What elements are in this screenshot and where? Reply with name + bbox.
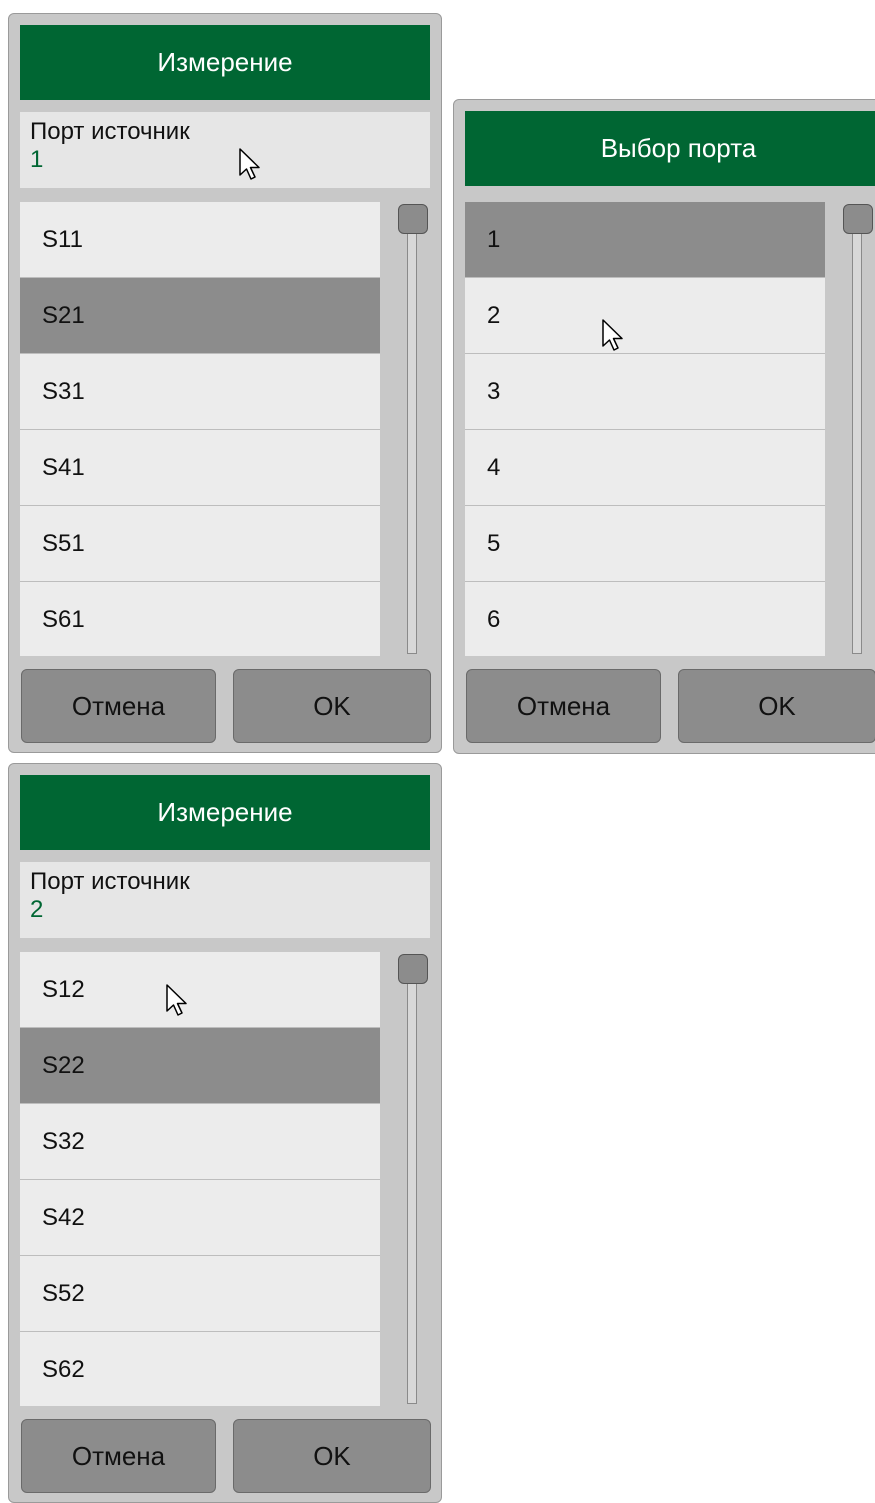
scrollbar-thumb[interactable]	[398, 954, 428, 984]
list-item-s31[interactable]: S31	[20, 354, 380, 430]
measurement-dialog-port-2: Измерение Порт источник 2 S12 S22 S32 S4…	[8, 763, 442, 1503]
list-item-s11[interactable]: S11	[20, 202, 380, 278]
scrollbar-track[interactable]	[852, 214, 862, 654]
list-item-s22[interactable]: S22	[20, 1028, 380, 1104]
list-item-port-4[interactable]: 4	[465, 430, 825, 506]
list-item-port-2[interactable]: 2	[465, 278, 825, 354]
mouse-pointer-icon	[166, 984, 187, 1016]
mouse-pointer-icon	[239, 148, 260, 180]
list-item-s62[interactable]: S62	[20, 1332, 380, 1406]
scrollbar-thumb[interactable]	[398, 204, 428, 234]
source-port-value: 1	[30, 146, 44, 173]
measurement-list: S11 S21 S31 S41 S51 S61	[20, 202, 380, 656]
port-select-dialog: Выбор порта 1 2 3 4 5 6 Отмена OK	[453, 99, 875, 754]
list-item-s61[interactable]: S61	[20, 582, 380, 656]
list-item-s41[interactable]: S41	[20, 430, 380, 506]
mouse-pointer-icon	[602, 319, 623, 351]
source-port-field[interactable]: Порт источник 1	[20, 112, 430, 188]
port-list: 1 2 3 4 5 6	[465, 202, 825, 656]
list-item-s12[interactable]: S12	[20, 952, 380, 1028]
list-item-s32[interactable]: S32	[20, 1104, 380, 1180]
ok-button[interactable]: OK	[233, 1419, 431, 1493]
list-item-s42[interactable]: S42	[20, 1180, 380, 1256]
source-port-value: 2	[30, 896, 44, 923]
list-scrollbar[interactable]	[394, 202, 432, 656]
cancel-button[interactable]: Отмена	[21, 669, 216, 743]
list-item-port-3[interactable]: 3	[465, 354, 825, 430]
ok-button[interactable]: OK	[678, 669, 875, 743]
list-scrollbar[interactable]	[394, 952, 432, 1406]
source-port-field[interactable]: Порт источник 2	[20, 862, 430, 938]
list-item-s21[interactable]: S21	[20, 278, 380, 354]
dialog-title: Выбор порта	[465, 111, 875, 186]
cancel-button[interactable]: Отмена	[466, 669, 661, 743]
source-port-label: Порт источник	[30, 118, 190, 145]
list-item-port-1[interactable]: 1	[465, 202, 825, 278]
scrollbar-thumb[interactable]	[843, 204, 873, 234]
source-port-label: Порт источник	[30, 868, 190, 895]
list-item-s51[interactable]: S51	[20, 506, 380, 582]
dialog-title: Измерение	[20, 25, 430, 100]
list-scrollbar[interactable]	[839, 202, 875, 656]
list-item-s52[interactable]: S52	[20, 1256, 380, 1332]
measurement-dialog-port-1: Измерение Порт источник 1 S11 S21 S31 S4…	[8, 13, 442, 753]
dialog-title: Измерение	[20, 775, 430, 850]
list-item-port-6[interactable]: 6	[465, 582, 825, 656]
list-item-port-5[interactable]: 5	[465, 506, 825, 582]
cancel-button[interactable]: Отмена	[21, 1419, 216, 1493]
scrollbar-track[interactable]	[407, 214, 417, 654]
ok-button[interactable]: OK	[233, 669, 431, 743]
scrollbar-track[interactable]	[407, 964, 417, 1404]
measurement-list: S12 S22 S32 S42 S52 S62	[20, 952, 380, 1406]
